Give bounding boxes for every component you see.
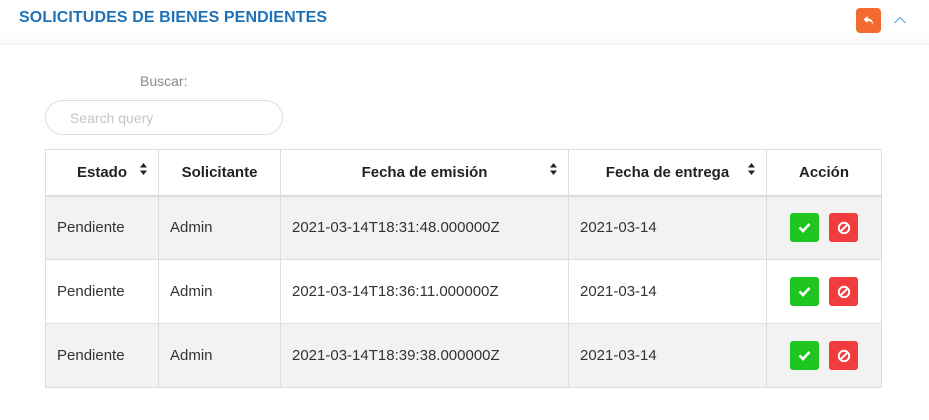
column-header-label: Fecha de entrega (605, 163, 730, 181)
panel-title: SOLICITUDES DE BIENES PENDIENTES (19, 9, 328, 26)
cell-fecha-entrega: 2021-03-14 (568, 195, 767, 260)
approve-button[interactable] (789, 341, 819, 370)
sort-icon (140, 163, 147, 175)
reject-button[interactable] (829, 341, 859, 370)
cell-estado: Pendiente (45, 323, 159, 388)
reject-button[interactable] (829, 277, 859, 306)
table-row: Pendiente Admin 2021-03-14T18:39:38.0000… (45, 323, 882, 388)
collapse-button[interactable] (890, 10, 910, 30)
ban-icon (837, 349, 850, 362)
ban-icon (837, 221, 850, 234)
column-header-accion: Acción (766, 149, 882, 197)
reject-button[interactable] (829, 213, 859, 243)
check-icon (798, 223, 811, 234)
cell-actions (766, 323, 882, 388)
cell-fecha-entrega: 2021-03-14 (568, 259, 767, 324)
table-row: Pendiente Admin 2021-03-14T18:31:48.0000… (45, 195, 882, 260)
column-header-label: Solicitante (181, 163, 258, 181)
search-input[interactable] (45, 100, 283, 135)
page: SOLICITUDES DE BIENES PENDIENTES Buscar:… (0, 0, 929, 420)
column-header-estado[interactable]: Estado (45, 149, 159, 197)
column-header-label: Fecha de emisión (361, 163, 488, 181)
ban-icon (837, 285, 850, 298)
approve-button[interactable] (789, 277, 819, 306)
chevron-up-icon (893, 16, 907, 24)
approve-button[interactable] (789, 213, 819, 243)
cell-actions (766, 259, 882, 324)
column-header-label: Acción (798, 163, 849, 181)
cell-solicitante: Admin (158, 259, 281, 324)
cell-fecha-emision: 2021-03-14T18:31:48.000000Z (280, 195, 569, 260)
cell-estado: Pendiente (45, 195, 159, 260)
cell-fecha-emision: 2021-03-14T18:36:11.000000Z (280, 259, 569, 324)
column-header-fecha-entrega[interactable]: Fecha de entrega (568, 149, 767, 197)
undo-icon (863, 15, 873, 25)
cell-estado: Pendiente (45, 259, 159, 324)
requests-table: Estado Solicitante Fecha de emisión Fech… (45, 149, 882, 388)
table-row: Pendiente Admin 2021-03-14T18:36:11.0000… (45, 259, 882, 324)
column-header-label: Estado (76, 163, 127, 181)
search-label: Buscar: (140, 73, 188, 89)
sort-icon (550, 163, 557, 175)
cell-actions (766, 195, 882, 260)
column-header-solicitante: Solicitante (158, 149, 281, 197)
check-icon (798, 287, 811, 297)
table-header-row: Estado Solicitante Fecha de emisión Fech… (45, 149, 882, 197)
cell-fecha-emision: 2021-03-14T18:39:38.000000Z (280, 323, 569, 388)
undo-button[interactable] (856, 8, 881, 33)
cell-solicitante: Admin (158, 323, 281, 388)
column-header-fecha-emision[interactable]: Fecha de emisión (280, 149, 569, 197)
cell-solicitante: Admin (158, 195, 281, 260)
check-icon (798, 351, 811, 361)
sort-icon (748, 163, 755, 175)
cell-fecha-entrega: 2021-03-14 (568, 323, 767, 388)
